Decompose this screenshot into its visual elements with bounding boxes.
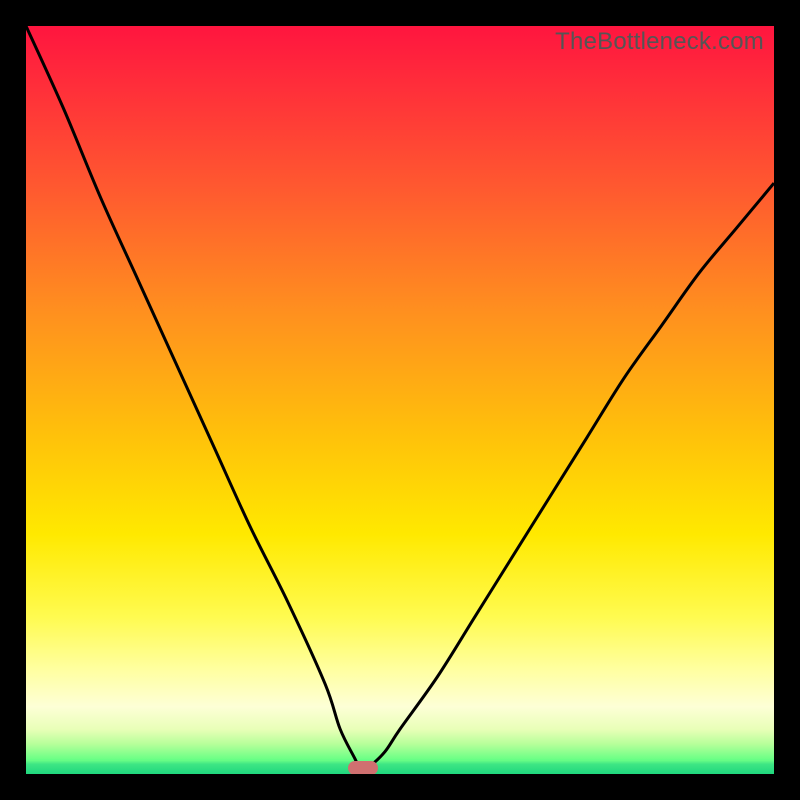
watermark-text: TheBottleneck.com: [555, 28, 764, 56]
minimum-marker: [348, 761, 378, 774]
chart-frame: TheBottleneck.com: [0, 0, 800, 800]
plot-area: TheBottleneck.com: [26, 26, 774, 774]
bottleneck-curve: [26, 26, 774, 774]
curve-path: [26, 26, 774, 774]
